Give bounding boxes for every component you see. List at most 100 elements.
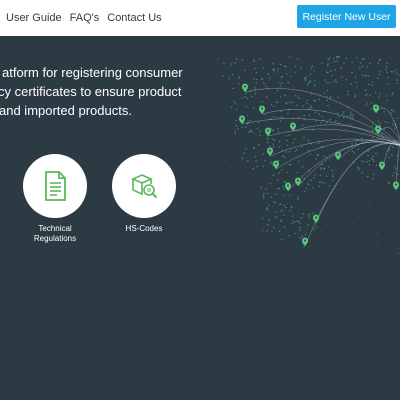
- map-dot: [280, 110, 282, 113]
- map-dot: [285, 151, 287, 153]
- map-dot: [296, 220, 298, 222]
- map-dot: [288, 134, 290, 136]
- register-new-user-button[interactable]: Register New User: [297, 5, 396, 28]
- map-dot: [288, 164, 291, 166]
- map-dot: [385, 95, 388, 97]
- map-dot: [267, 73, 269, 75]
- map-dot: [273, 105, 275, 108]
- map-dot: [235, 58, 238, 60]
- map-dot: [217, 64, 219, 66]
- map-dot: [335, 120, 337, 122]
- map-dot: [297, 196, 299, 198]
- map-dot: [276, 217, 278, 219]
- map-dot: [361, 65, 363, 67]
- map-dot: [267, 138, 269, 141]
- map-dot: [372, 160, 375, 162]
- map-dot: [217, 94, 219, 96]
- map-dot: [303, 245, 305, 248]
- map-dot: [285, 135, 287, 137]
- map-dot: [386, 71, 388, 74]
- map-dot: [255, 71, 258, 74]
- map-dot: [370, 157, 373, 159]
- map-dot: [261, 230, 263, 232]
- map-dot: [337, 55, 339, 57]
- map-dot: [392, 175, 394, 177]
- map-dot: [286, 73, 288, 75]
- nav-contact-us-link[interactable]: Contact Us: [107, 12, 161, 24]
- map-dot: [371, 84, 373, 86]
- map-dot: [327, 63, 329, 65]
- map-dot: [271, 138, 273, 140]
- map-dot: [309, 153, 311, 155]
- nav-user-guide-link[interactable]: User Guide: [6, 12, 62, 24]
- map-dot: [256, 165, 258, 168]
- map-pin-icon: [393, 181, 399, 190]
- map-dot: [252, 60, 255, 62]
- map-dot: [233, 100, 235, 103]
- map-dot: [378, 96, 380, 98]
- map-dot: [241, 126, 243, 128]
- map-dot: [384, 121, 386, 123]
- map-dot: [279, 63, 282, 66]
- map-dot: [274, 201, 277, 204]
- map-dot: [318, 113, 320, 115]
- map-dot: [394, 125, 396, 128]
- map-dot: [238, 82, 240, 85]
- map-dot: [259, 58, 261, 60]
- map-dot: [361, 58, 364, 60]
- map-dot: [390, 242, 392, 244]
- map-pin-icon: [302, 237, 308, 246]
- map-dot: [323, 182, 326, 184]
- map-dot: [272, 146, 275, 148]
- map-dot: [307, 82, 310, 84]
- map-dot: [367, 203, 369, 205]
- map-dot: [313, 177, 315, 179]
- map-dot: [366, 93, 368, 95]
- map-dot: [293, 221, 295, 223]
- map-dot: [276, 116, 278, 119]
- nav-faqs-link[interactable]: FAQ's: [70, 12, 100, 24]
- map-dot: [277, 179, 279, 181]
- technical-regulations-card[interactable]: Technical Regulations: [15, 154, 95, 244]
- map-dot: [282, 185, 284, 187]
- map-dot: [277, 131, 279, 133]
- map-dot: [352, 114, 354, 117]
- map-dot: [284, 255, 287, 257]
- map-dot: [241, 59, 243, 61]
- map-dot: [294, 65, 297, 68]
- map-dot: [285, 66, 287, 68]
- map-dot: [265, 114, 267, 116]
- map-dot: [276, 71, 279, 73]
- map-dot: [253, 107, 255, 109]
- map-dot: [330, 96, 332, 98]
- map-dot: [331, 169, 333, 172]
- technical-regulations-circle[interactable]: [23, 154, 87, 218]
- map-dot: [347, 115, 349, 117]
- map-dot: [289, 101, 291, 104]
- map-dot: [361, 74, 364, 76]
- map-dot: [391, 123, 394, 126]
- map-dot: [343, 116, 345, 119]
- map-dot: [377, 120, 379, 123]
- map-dot: [307, 149, 310, 152]
- map-dot: [254, 92, 257, 95]
- map-dot: [234, 131, 236, 133]
- map-dot: [302, 213, 304, 215]
- map-dot: [271, 253, 273, 255]
- map-dot: [381, 133, 383, 136]
- map-dot: [231, 95, 233, 97]
- map-dot: [379, 58, 381, 61]
- map-dot: [235, 125, 237, 127]
- hero-tagline: atform for registering consumer cy certi…: [0, 63, 185, 123]
- map-dot: [244, 96, 246, 98]
- map-dot: [372, 137, 374, 139]
- map-dot: [351, 117, 354, 119]
- hs-codes-card[interactable]: HS-Codes: [104, 154, 184, 234]
- map-dot: [389, 149, 391, 151]
- map-dot: [245, 148, 247, 150]
- tagline-line-1: atform for registering consumer: [2, 65, 183, 80]
- map-dot: [308, 216, 311, 218]
- map-dot: [251, 131, 253, 133]
- map-dot: [263, 192, 265, 194]
- hs-codes-circle[interactable]: [112, 154, 176, 218]
